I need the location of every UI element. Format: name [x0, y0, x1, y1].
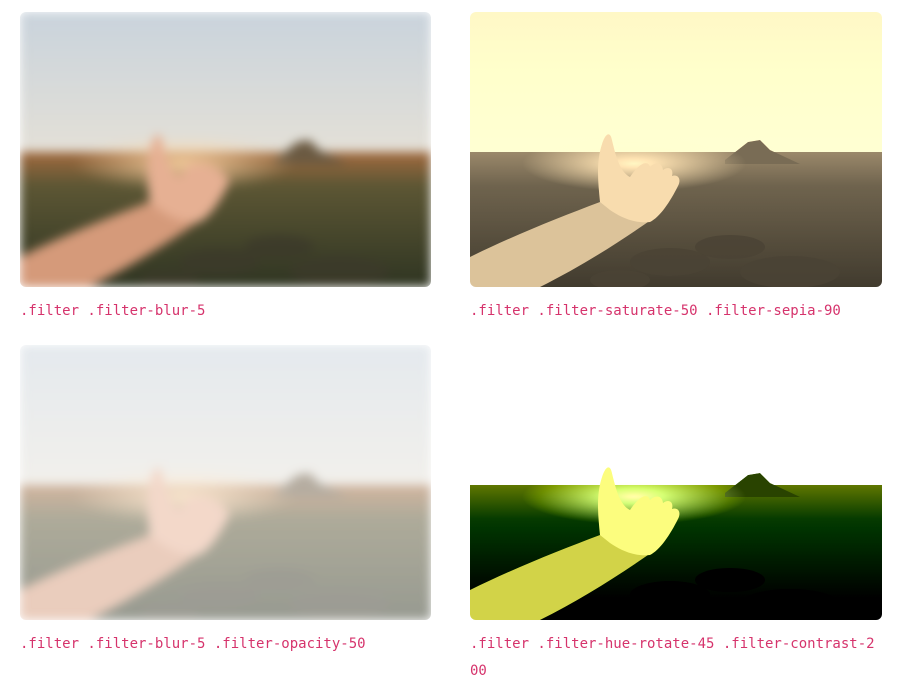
filter-class-caption: .filter .filter-blur-5 .filter-opacity-5…	[20, 636, 366, 652]
hand-landscape-photo	[20, 345, 431, 620]
filter-examples-grid: .filter .filter-blur-5 .filter .filter-s…	[20, 12, 882, 685]
hand-landscape-photo	[20, 12, 431, 287]
filter-class-caption: .filter .filter-saturate-50 .filter-sepi…	[470, 303, 841, 319]
hand-landscape-photo	[470, 345, 882, 620]
filter-class-caption: .filter .filter-hue-rotate-45 .filter-co…	[470, 636, 875, 679]
example-card-blur: .filter .filter-blur-5	[20, 12, 431, 325]
example-card-blur-opacity: .filter .filter-blur-5 .filter-opacity-5…	[20, 345, 431, 685]
hand-landscape-photo	[470, 12, 882, 287]
example-card-saturate-sepia: .filter .filter-saturate-50 .filter-sepi…	[470, 12, 882, 325]
filter-class-caption: .filter .filter-blur-5	[20, 303, 206, 319]
example-card-hue-contrast: .filter .filter-hue-rotate-45 .filter-co…	[470, 345, 882, 685]
